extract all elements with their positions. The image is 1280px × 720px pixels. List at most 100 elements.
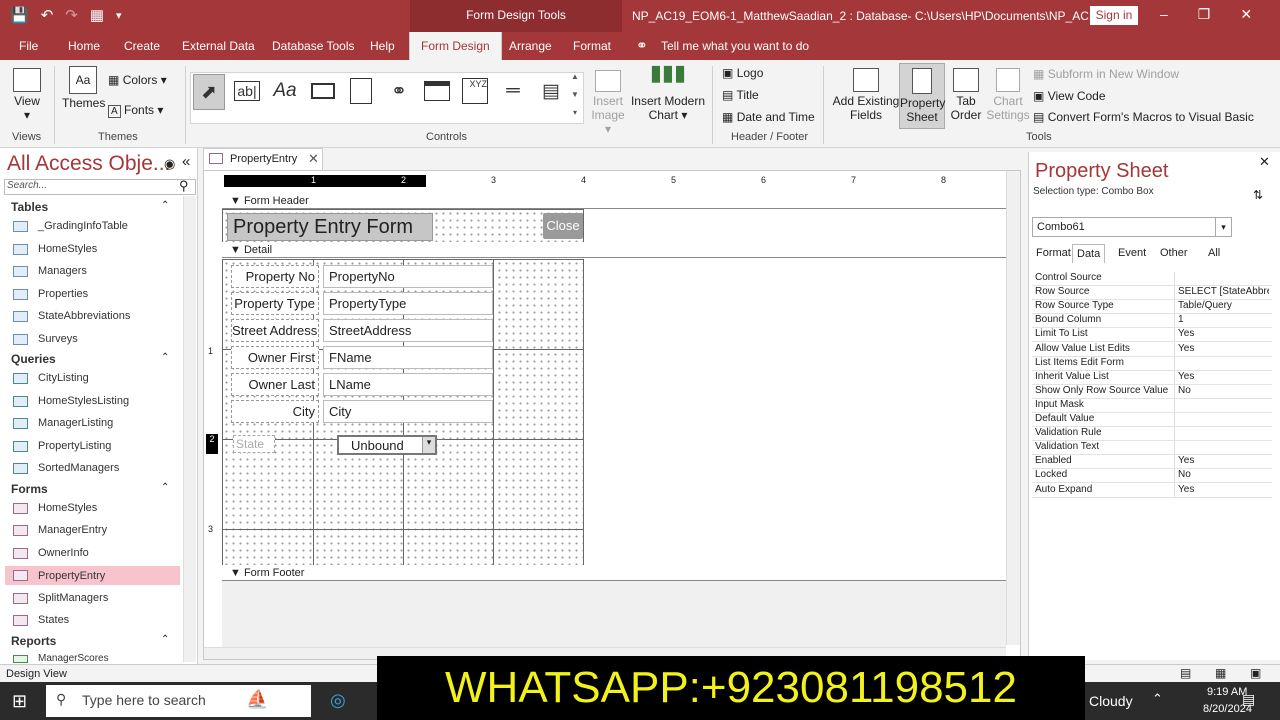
taskbar-search[interactable]: ⚲ Type here to search ⛵ xyxy=(46,685,311,717)
nav-header[interactable]: All Access Obje... xyxy=(7,152,170,176)
hyperlink-control-icon[interactable]: ⚭ xyxy=(383,75,415,107)
select-pointer-icon[interactable]: ⬈ xyxy=(193,74,225,110)
tab-event-props[interactable]: Event xyxy=(1114,244,1150,262)
property-row[interactable]: Show Only Row Source Value No xyxy=(1032,384,1272,399)
tab-create[interactable]: Create xyxy=(124,39,160,53)
form-title-label[interactable]: Property Entry Form xyxy=(227,213,433,241)
chevron-down-icon[interactable]: ▾ xyxy=(1215,218,1231,236)
property-row[interactable]: Enabled Yes xyxy=(1032,455,1272,470)
button-control-icon[interactable] xyxy=(307,75,339,107)
collapse-forms-icon[interactable]: ⌃ xyxy=(161,482,169,493)
fonts-button[interactable]: A Fonts ▾ xyxy=(108,103,163,119)
nav-item-table[interactable]: StateAbbreviations xyxy=(13,310,130,322)
property-value[interactable]: Yes xyxy=(1175,484,1269,497)
nav-item-form[interactable]: HomeStyles xyxy=(13,502,97,514)
nav-section-reports[interactable]: Reports xyxy=(11,634,56,648)
collapse-queries-icon[interactable]: ⌃ xyxy=(161,352,169,363)
nav-item-query[interactable]: ManagerListing xyxy=(13,417,113,429)
notification-icon[interactable]: ▤ xyxy=(1242,691,1255,708)
customize-qat-icon[interactable]: ▾ xyxy=(116,6,122,24)
nav-item-form[interactable]: ManagerEntry xyxy=(13,524,107,536)
tab-external-data[interactable]: External Data xyxy=(182,39,255,53)
property-row[interactable]: Control Source xyxy=(1032,272,1272,286)
themes-button[interactable]: Aa Themes xyxy=(62,66,105,110)
label-control-icon[interactable]: Aa xyxy=(269,75,301,107)
property-value[interactable] xyxy=(1175,441,1269,454)
property-row[interactable]: Input Mask xyxy=(1032,398,1272,413)
property-value[interactable]: No xyxy=(1175,469,1269,482)
property-row[interactable]: Validation Text xyxy=(1032,441,1272,456)
field-textbox[interactable]: City xyxy=(323,400,493,423)
page-break-icon[interactable]: ▤ xyxy=(535,75,567,107)
nav-item-form[interactable]: SplitManagers xyxy=(13,592,108,604)
nav-item-query[interactable]: PropertyListing xyxy=(13,440,111,452)
nav-menu-icon[interactable]: ◉ xyxy=(164,156,175,172)
detail-band[interactable]: ▼ Detail xyxy=(222,242,1006,258)
tab-database-tools[interactable]: Database Tools xyxy=(272,39,355,53)
tab-format-props[interactable]: Format xyxy=(1032,244,1075,262)
property-value[interactable] xyxy=(1175,399,1269,412)
minimize-icon[interactable]: – xyxy=(1160,6,1168,23)
view-mode-icon[interactable]: ▦ xyxy=(90,6,104,24)
vertical-scrollbar[interactable] xyxy=(1006,171,1020,645)
option-group-icon[interactable]: ═ xyxy=(497,75,529,107)
property-row[interactable]: List Items Edit Form xyxy=(1032,356,1272,371)
property-value[interactable]: 1 xyxy=(1175,314,1269,327)
nav-item-table[interactable]: Surveys xyxy=(13,333,78,345)
windows-start-icon[interactable]: ⊞ xyxy=(12,691,27,712)
nav-item-report[interactable]: ManagerScores xyxy=(13,653,109,664)
property-value[interactable] xyxy=(1175,413,1269,426)
nav-section-tables[interactable]: Tables xyxy=(11,200,48,214)
nav-item-table[interactable]: _GradingInfoTable xyxy=(13,220,128,232)
restore-icon[interactable]: ❐ xyxy=(1198,6,1211,23)
textbox-control-icon[interactable]: ab| xyxy=(231,75,263,107)
property-value[interactable]: Yes xyxy=(1175,455,1269,468)
navigation-control-icon[interactable]: XYZ xyxy=(459,75,491,107)
chart-settings-button[interactable]: Chart Settings xyxy=(986,68,1030,122)
logo-button[interactable]: ▣ Logo xyxy=(722,66,763,80)
nav-item-table[interactable]: HomeStyles xyxy=(13,243,97,255)
collapse-tables-icon[interactable]: ⌃ xyxy=(161,200,169,211)
nav-item-table[interactable]: Properties xyxy=(13,288,88,300)
title-button[interactable]: ▤ Title xyxy=(722,88,759,102)
design-view-icon[interactable]: ▣ xyxy=(1250,666,1261,680)
nav-search-input[interactable]: Search... xyxy=(4,179,196,195)
object-selector[interactable]: Combo61 ▾ xyxy=(1032,217,1232,237)
field-label[interactable]: City xyxy=(231,400,319,423)
tab-help[interactable]: Help xyxy=(370,39,395,53)
nav-item-form[interactable]: States xyxy=(13,614,69,626)
field-label[interactable]: Owner Last xyxy=(231,373,319,396)
field-label[interactable]: Street Address xyxy=(231,319,319,342)
tab-format[interactable]: Format xyxy=(573,39,611,53)
tray-chevron-icon[interactable]: ⌃ xyxy=(1152,691,1163,707)
insert-modern-chart-button[interactable]: ▮▮▮ Insert Modern Chart ▾ xyxy=(630,62,706,123)
date-time-button[interactable]: ▦ Date and Time xyxy=(722,110,815,124)
field-label[interactable]: Owner First xyxy=(231,346,319,369)
property-value[interactable] xyxy=(1175,272,1269,285)
field-textbox[interactable]: PropertyNo xyxy=(323,265,493,288)
convert-macros-button[interactable]: ▤ Convert Form's Macros to Visual Basic xyxy=(1033,110,1254,124)
save-icon[interactable]: 💾 xyxy=(10,6,29,24)
nav-section-forms[interactable]: Forms xyxy=(11,482,48,496)
tab-order-button[interactable]: Tab Order xyxy=(948,68,984,122)
nav-item-form[interactable]: OwnerInfo xyxy=(13,547,89,559)
state-label[interactable]: State xyxy=(233,435,275,453)
property-value[interactable]: Yes xyxy=(1175,343,1269,356)
tab-other-props[interactable]: Other xyxy=(1156,244,1192,262)
subform-new-window-button[interactable]: ▦ Subform in New Window xyxy=(1033,67,1179,81)
form-header-band[interactable]: ▼ Form Header xyxy=(222,193,1006,209)
property-value[interactable]: Yes xyxy=(1175,328,1269,341)
nav-scrollbar[interactable] xyxy=(183,196,196,662)
redo-icon[interactable]: ↷ xyxy=(65,6,78,24)
nav-section-queries[interactable]: Queries xyxy=(11,352,56,366)
collapse-reports-icon[interactable]: ⌃ xyxy=(161,634,169,645)
tab-arrange[interactable]: Arrange xyxy=(509,39,552,53)
field-textbox[interactable]: LName xyxy=(323,373,493,396)
tab-all-props[interactable]: All xyxy=(1204,244,1224,262)
property-value[interactable]: No xyxy=(1175,385,1269,398)
undo-icon[interactable]: ↶ xyxy=(41,6,54,24)
dropdown-arrow-icon[interactable]: ▾ xyxy=(422,437,435,453)
layout-view-icon[interactable]: ▦ xyxy=(1215,666,1226,680)
field-label[interactable]: Property No xyxy=(231,265,319,288)
tab-file[interactable]: File xyxy=(19,39,38,53)
